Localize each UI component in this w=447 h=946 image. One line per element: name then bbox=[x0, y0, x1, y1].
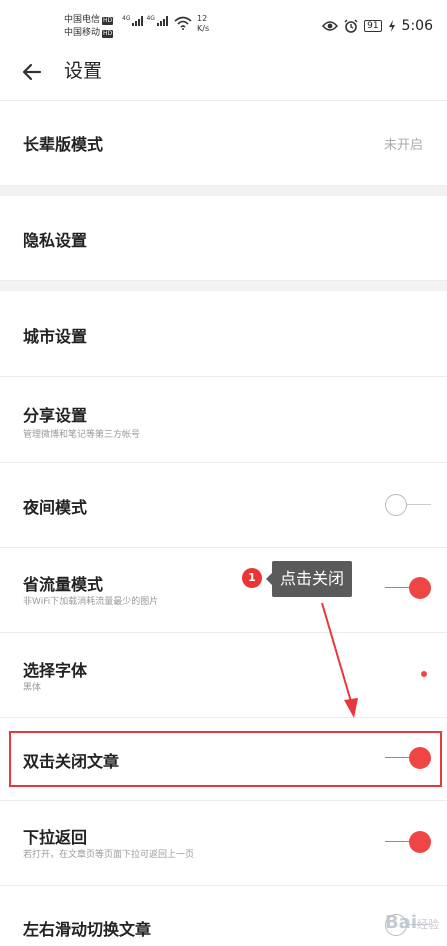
setting-elder-mode[interactable]: 长辈版模式 未开启 bbox=[0, 101, 447, 186]
setting-label: 分享设置 bbox=[23, 406, 88, 425]
setting-description: 若打开，在文章页等页面下拉可返回上一页 bbox=[23, 850, 195, 860]
carrier-2: 中国移动 bbox=[64, 28, 101, 38]
setting-label: 选择字体 bbox=[23, 661, 88, 680]
setting-description: 黑体 bbox=[23, 683, 42, 693]
annotation-tooltip: 点击关闭 bbox=[265, 561, 353, 597]
eye-icon bbox=[322, 21, 339, 31]
setting-label: 城市设置 bbox=[23, 327, 88, 346]
carrier-info: 中国电信 HD 中国移动 HD bbox=[64, 14, 114, 40]
hd-badge-1: HD bbox=[102, 16, 114, 25]
setting-label: 省流量模式 bbox=[23, 575, 104, 594]
status-bar: 中国电信 HD 中国移动 HD 4G 4G 12 K/s 91 5:06 bbox=[0, 0, 447, 44]
section-divider bbox=[0, 186, 447, 196]
setting-swipe-switch[interactable]: 左右滑动切换文章 bbox=[0, 886, 447, 946]
setting-double-tap-close[interactable]: 双击关闭文章 bbox=[0, 718, 447, 801]
network-type-1: 4G bbox=[122, 15, 131, 22]
speed-value: 12 bbox=[197, 14, 208, 23]
step-badge: 1 bbox=[242, 568, 262, 588]
section-divider bbox=[0, 281, 447, 291]
setting-label: 双击关闭文章 bbox=[23, 752, 120, 771]
nav-header: 设置 bbox=[0, 44, 447, 101]
setting-label: 下拉返回 bbox=[23, 828, 88, 847]
carrier-1: 中国电信 bbox=[64, 15, 101, 25]
data-saver-toggle[interactable] bbox=[385, 577, 431, 599]
setting-label: 夜间模式 bbox=[23, 498, 88, 517]
setting-label: 隐私设置 bbox=[23, 231, 88, 250]
speed-unit: K/s bbox=[197, 24, 210, 33]
setting-privacy[interactable]: 隐私设置 bbox=[0, 196, 447, 281]
font-indicator-dot bbox=[421, 671, 427, 677]
setting-label: 长辈版模式 bbox=[23, 135, 104, 154]
setting-label: 左右滑动切换文章 bbox=[23, 920, 152, 939]
watermark-suffix: 经验 bbox=[417, 918, 439, 931]
network-type-2: 4G bbox=[146, 15, 155, 22]
setting-font[interactable]: 选择字体 黑体 bbox=[0, 633, 447, 718]
night-mode-toggle[interactable] bbox=[385, 494, 431, 516]
charging-icon bbox=[388, 20, 395, 32]
wifi-icon bbox=[174, 16, 192, 30]
back-arrow-icon[interactable] bbox=[20, 60, 44, 84]
setting-value: 未开启 bbox=[383, 138, 423, 153]
setting-share[interactable]: 分享设置 管理微博和笔记等第三方帐号 bbox=[0, 377, 447, 463]
setting-description: 管理微博和笔记等第三方帐号 bbox=[23, 430, 141, 440]
alarm-icon bbox=[344, 19, 358, 33]
page-title: 设置 bbox=[64, 60, 103, 82]
setting-night-mode[interactable]: 夜间模式 bbox=[0, 463, 447, 548]
pull-back-toggle[interactable] bbox=[385, 831, 431, 853]
battery-icon: 91 bbox=[364, 20, 382, 32]
watermark: Bai经验 bbox=[385, 912, 439, 933]
setting-city[interactable]: 城市设置 bbox=[0, 291, 447, 377]
watermark-brand: Bai bbox=[384, 912, 417, 933]
double-tap-close-toggle[interactable] bbox=[385, 747, 431, 769]
signal-icon-2: 4G bbox=[146, 15, 168, 26]
setting-description: 非WiFi下加载消耗流量最少的图片 bbox=[23, 597, 159, 607]
setting-pull-back[interactable]: 下拉返回 若打开，在文章页等页面下拉可返回上一页 bbox=[0, 801, 447, 886]
hd-badge-2: HD bbox=[102, 29, 114, 38]
signal-icon-1: 4G bbox=[122, 15, 144, 26]
network-speed: 12 K/s bbox=[197, 14, 209, 34]
setting-data-saver[interactable]: 省流量模式 非WiFi下加载消耗流量最少的图片 bbox=[0, 548, 447, 633]
status-right: 91 5:06 bbox=[322, 18, 433, 34]
signal-icons: 4G 4G bbox=[122, 16, 168, 26]
clock: 5:06 bbox=[401, 18, 433, 34]
